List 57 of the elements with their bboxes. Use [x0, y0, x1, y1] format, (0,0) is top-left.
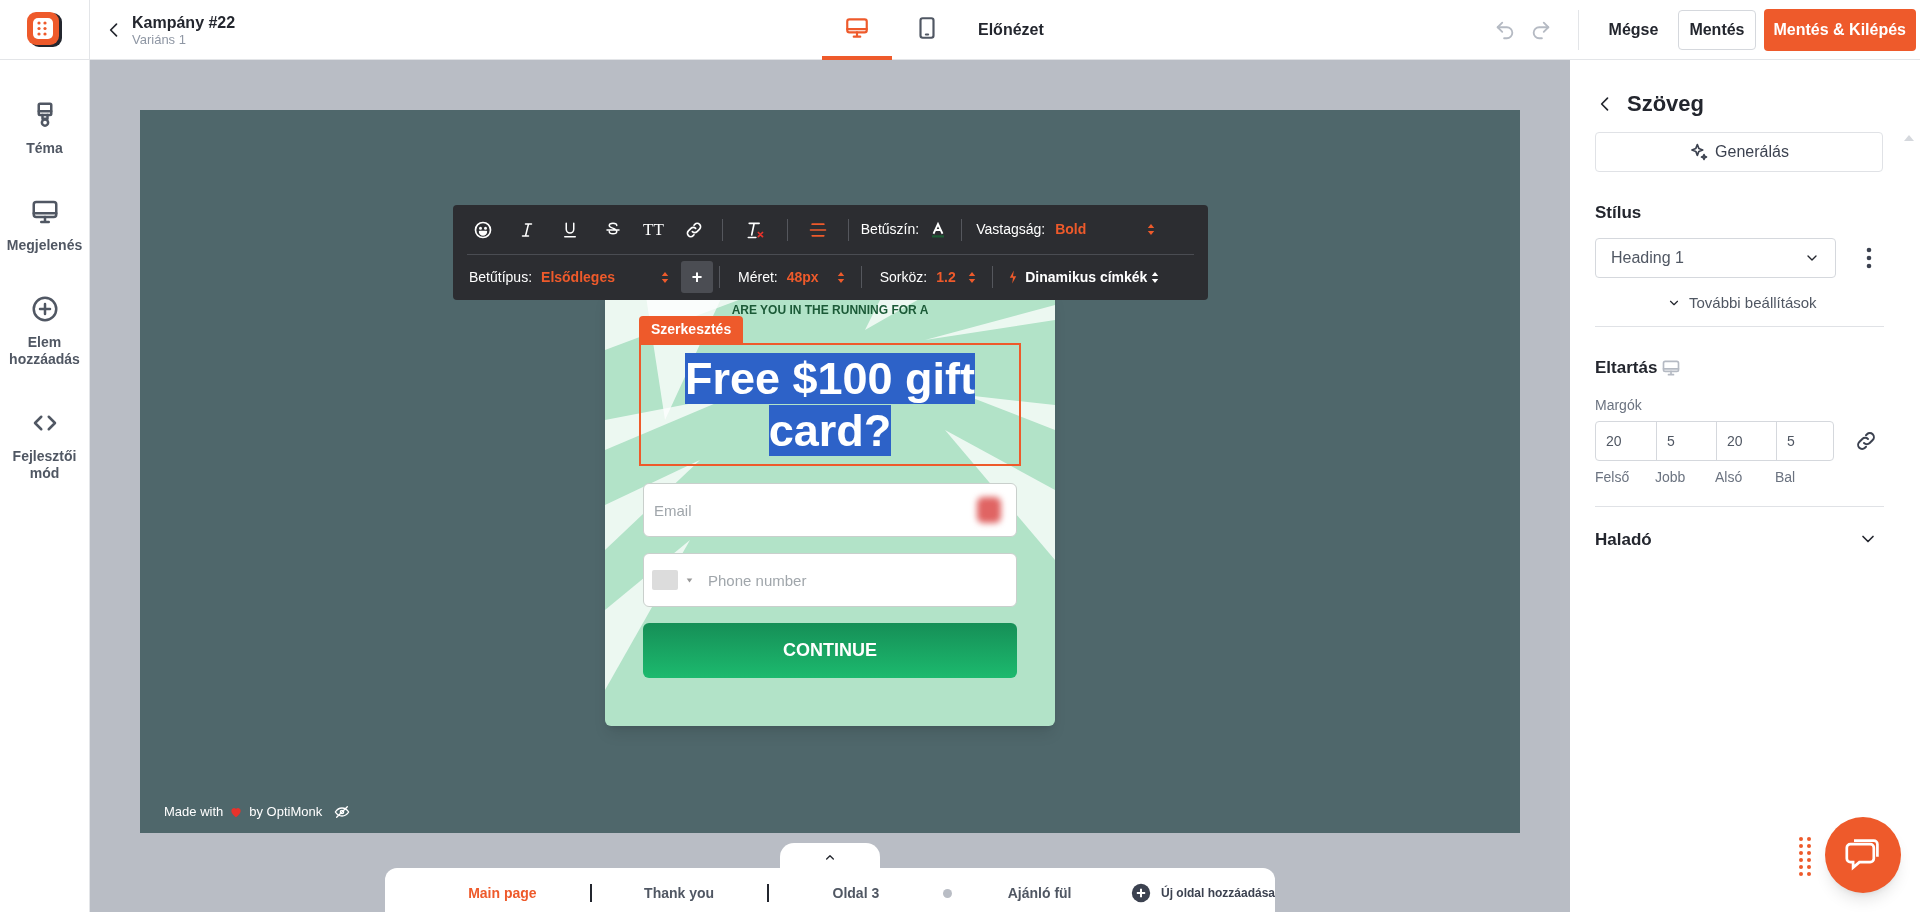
logo[interactable]	[24, 9, 65, 50]
panel-title: Szöveg	[1627, 90, 1705, 118]
more-settings-toggle[interactable]: További beállítások	[1667, 291, 1817, 314]
flag-placeholder-icon	[652, 570, 678, 590]
style-select[interactable]: Heading 1	[1595, 237, 1836, 278]
advanced-section-toggle[interactable]: Haladó	[1595, 526, 1884, 552]
campaign-title: Kampány #22	[132, 12, 236, 32]
sparkle-icon	[1689, 142, 1710, 162]
size-value[interactable]: 48px	[786, 266, 837, 288]
font-family-value[interactable]: Elsődleges	[541, 266, 662, 288]
emoji-icon[interactable]	[473, 219, 493, 240]
bolt-icon	[1009, 270, 1018, 284]
line-height-value[interactable]: 1.2	[936, 266, 969, 288]
text-case-button[interactable]: TT	[643, 221, 664, 238]
weight-value[interactable]: Bold	[1055, 219, 1136, 240]
chat-button[interactable]	[1825, 817, 1901, 893]
section-heading: Stílus	[1595, 202, 1642, 224]
add-page-icon[interactable]	[1131, 883, 1151, 903]
section-heading: Eltartás	[1595, 357, 1658, 379]
collapse-handle[interactable]	[780, 843, 880, 871]
hidden-eye-icon[interactable]	[334, 803, 351, 820]
dynamic-tags-button[interactable]: Dinamikus címkék	[1025, 266, 1148, 288]
sidebar-item[interactable]: Megjelenés	[4, 197, 85, 254]
branding-text: by OptiMonk	[249, 803, 323, 821]
extension-icon	[977, 497, 1001, 523]
sidebar-item[interactable]: Elem hozzáadás	[4, 294, 85, 368]
font-family-label: Betűtípus:	[469, 267, 533, 287]
font-color-label: Betűszín:	[860, 220, 920, 239]
sidebar-item[interactable]: Fejlesztői mód	[4, 408, 85, 482]
line-height-label: Sorköz:	[879, 267, 928, 287]
page-tab[interactable]: Oldal 3	[768, 882, 944, 904]
drag-grip-icon[interactable]	[1799, 836, 1811, 878]
generate-button[interactable]: Generálás	[1595, 132, 1883, 172]
preview-button[interactable]: Előnézet	[978, 17, 1044, 42]
caret-icon	[686, 578, 693, 583]
stepper-icon[interactable]	[1151, 270, 1160, 284]
phone-field[interactable]: Phone number	[643, 553, 1017, 607]
more-options-icon[interactable]	[1866, 246, 1872, 269]
field-label: Bal	[1775, 468, 1796, 485]
page-tab[interactable]: Thank you	[591, 882, 767, 904]
save-button[interactable]: Mentés	[1678, 9, 1756, 50]
cancel-button[interactable]: Mégse	[1596, 9, 1671, 50]
branding-text: Made with	[164, 803, 224, 821]
eyebrow-text: ARE YOU IN THE RUNNING FOR A	[731, 303, 929, 317]
field-label: Felső	[1595, 468, 1630, 485]
size-label: Méret:	[738, 267, 778, 287]
weight-label: Vastagság:	[976, 220, 1046, 239]
chat-bubble-icon	[1845, 837, 1881, 873]
add-font-button[interactable]: +	[681, 261, 714, 293]
sidebar-item[interactable]: Téma	[4, 100, 85, 157]
add-page-button[interactable]: Új oldal hozzáadása	[1161, 884, 1275, 902]
underline-icon[interactable]	[561, 220, 579, 239]
field-label: Margók	[1595, 395, 1642, 415]
variant-subtitle: Variáns 1	[132, 31, 186, 47]
field-label: Alsó	[1715, 468, 1743, 485]
field-label: Jobb	[1655, 468, 1686, 485]
page-tab[interactable]: Ajánló fül	[952, 882, 1127, 904]
